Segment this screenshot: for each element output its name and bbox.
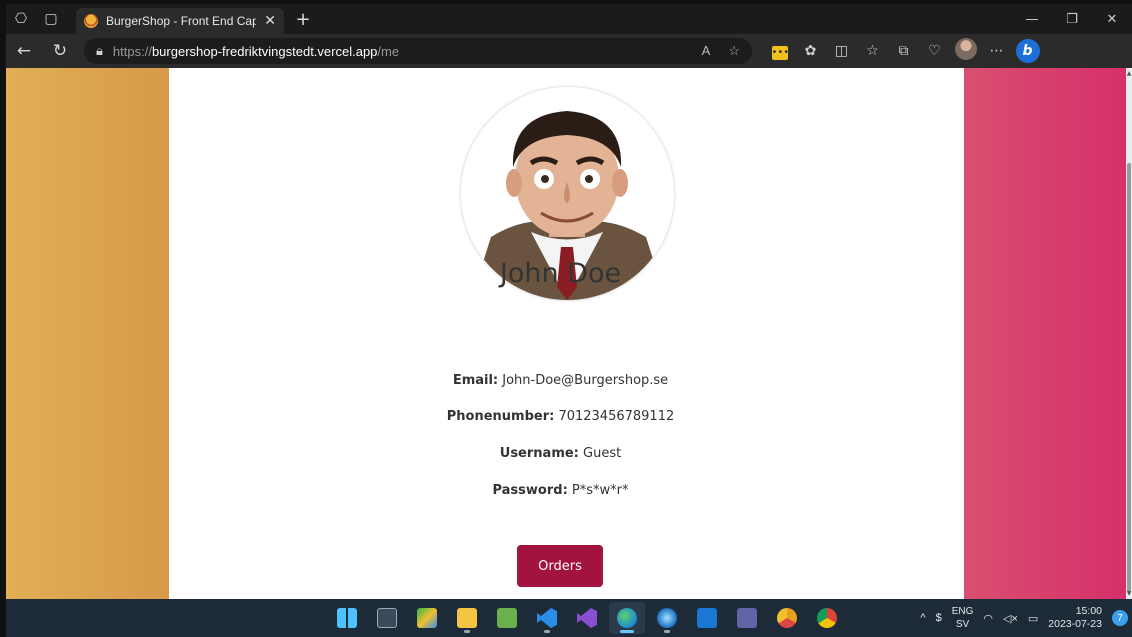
phone-value: 70123456789112 (558, 409, 675, 424)
extensions-icon[interactable]: ✿ (795, 43, 826, 59)
lock-icon[interactable]: 🔒︎ (96, 43, 103, 59)
wifi-icon[interactable]: ◠ (983, 612, 993, 625)
favorites-icon[interactable]: ☆ (857, 43, 888, 59)
username-value: Guest (583, 446, 622, 461)
minimize-icon[interactable]: — (1012, 4, 1052, 34)
chrome-icon[interactable] (809, 602, 845, 634)
speaker-muted-icon[interactable]: ◁× (1003, 612, 1018, 625)
notification-badge[interactable]: 7 (1112, 610, 1128, 626)
close-window-icon[interactable]: ✕ (1092, 4, 1132, 34)
vscode-icon[interactable] (529, 602, 565, 634)
notepad-app-icon[interactable] (489, 602, 525, 634)
phone-label: Phonenumber: (446, 409, 555, 424)
scroll-up-icon[interactable]: ▲ (1126, 70, 1132, 77)
profile-avatar[interactable] (950, 38, 981, 64)
page-viewport (6, 68, 1126, 599)
tab-burgershop[interactable]: BurgerShop - Front End Capston ✕ (76, 8, 284, 34)
more-menu-icon[interactable]: ⋯ (981, 43, 1012, 59)
photos-app-icon[interactable] (409, 602, 445, 634)
page-scrollbar[interactable]: ▲ ▼ (1126, 68, 1132, 599)
taskbar-apps (329, 599, 845, 637)
password-label: Password: (492, 483, 568, 498)
currency-icon[interactable]: $ (936, 612, 942, 624)
file-explorer-icon[interactable] (449, 602, 485, 634)
password-row: Password: P*s*w*r* (163, 483, 958, 498)
username-row: Username: Guest (163, 446, 958, 461)
email-label: Email: (452, 373, 499, 388)
extension-yellow-icon[interactable]: ••• (764, 43, 795, 60)
language-indicator[interactable]: ENG SV (952, 605, 974, 631)
start-icon[interactable] (329, 602, 365, 634)
burger-favicon-icon (84, 14, 98, 28)
clock[interactable]: 15:00 2023-07-23 (1048, 605, 1102, 631)
windows-taskbar: ^ $ ENG SV ◠ ◁× ▭ 15:00 2023-07-23 7 (6, 599, 1132, 637)
title-bar: ⎔ ▢ BurgerShop - Front End Capston ✕ + —… (6, 4, 1132, 34)
chrome-canary-icon[interactable] (769, 602, 805, 634)
read-aloud-icon[interactable]: A (702, 43, 711, 59)
toolbar-icons: ••• ✿ ◫ ☆ ⧉ ♡ ⋯ b (764, 38, 1043, 64)
battery-icon[interactable]: ▭ (1028, 612, 1038, 625)
scroll-down-icon[interactable]: ▼ (1126, 590, 1132, 597)
email-value: John-Doe@Burgershop.se (502, 373, 669, 388)
split-screen-icon[interactable]: ◫ (826, 43, 857, 59)
new-tab-icon[interactable]: + (292, 9, 314, 30)
profile-name: John Doe (499, 258, 622, 289)
bing-copilot-icon[interactable]: b (1012, 39, 1043, 63)
edge-browser-icon[interactable] (609, 602, 645, 634)
tab-actions-icon[interactable]: ▢ (36, 4, 66, 34)
window-controls: — ❐ ✕ (1012, 4, 1132, 34)
orders-button[interactable]: Orders (517, 545, 603, 587)
right-gradient-panel (964, 68, 1126, 599)
username-label: Username: (499, 446, 579, 461)
favorite-star-icon[interactable]: ☆ (728, 43, 740, 59)
collections-icon[interactable]: ⧉ (888, 43, 919, 59)
system-tray: ^ $ ENG SV ◠ ◁× ▭ 15:00 2023-07-23 7 (920, 599, 1128, 637)
scrollbar-thumb[interactable] (1127, 163, 1131, 593)
refresh-icon[interactable]: ↻ (42, 41, 78, 61)
url-text: https://burgershop-fredriktvingstedt.ver… (112, 43, 400, 59)
email-row: Email: John-Doe@Burgershop.se (163, 373, 958, 388)
outlook-icon[interactable] (689, 602, 725, 634)
phone-row: Phonenumber: 70123456789112 (163, 409, 958, 424)
browser-toolbar: ← ↻ 🔒︎ https://burgershop-fredriktvingst… (6, 34, 1132, 68)
tray-overflow-icon[interactable]: ^ (920, 612, 925, 624)
tab-title: BurgerShop - Front End Capston (106, 14, 257, 28)
visual-studio-icon[interactable] (569, 602, 605, 634)
edge-dev-icon[interactable] (649, 602, 685, 634)
back-icon[interactable]: ← (6, 41, 42, 61)
restore-icon[interactable]: ❐ (1052, 4, 1092, 34)
workspaces-icon[interactable]: ⎔ (6, 4, 36, 34)
teams-icon[interactable] (729, 602, 765, 634)
password-value: P*s*w*r* (571, 483, 629, 498)
browser-essentials-icon[interactable]: ♡ (919, 43, 950, 59)
terminal-app-icon[interactable] (369, 602, 405, 634)
address-bar[interactable]: 🔒︎ https://burgershop-fredriktvingstedt.… (84, 38, 752, 64)
left-gradient-panel (6, 68, 169, 599)
close-tab-icon[interactable]: ✕ (264, 13, 276, 29)
